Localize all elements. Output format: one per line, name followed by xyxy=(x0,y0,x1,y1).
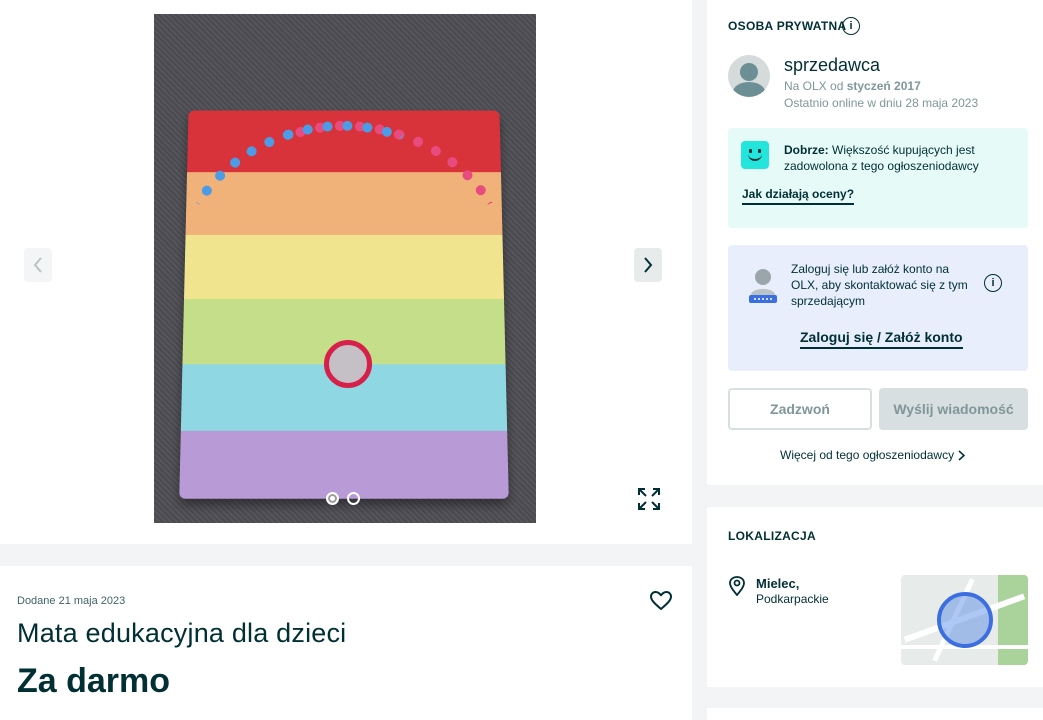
pagination-dot-1[interactable] xyxy=(326,492,339,505)
info-icon[interactable]: i xyxy=(842,17,860,35)
ad-title: Mata edukacyjna dla dzieci xyxy=(17,618,347,648)
favorite-button[interactable] xyxy=(648,588,674,614)
ad-details: Dodane 21 maja 2023 Mata edukacyjna dla … xyxy=(0,566,692,720)
next-photo-button[interactable] xyxy=(634,248,662,282)
login-text: Zaloguj się lub załóż konto na OLX, aby … xyxy=(791,262,968,308)
location-map[interactable] xyxy=(901,575,1028,665)
info-icon[interactable]: i xyxy=(984,274,1002,292)
send-message-button[interactable]: Wyślij wiadomość xyxy=(879,388,1028,430)
region-name: Podkarpackie xyxy=(756,592,829,606)
how-ratings-work-link[interactable]: Jak działają oceny? xyxy=(742,187,855,205)
location-label: LOKALIZACJA xyxy=(728,529,816,543)
posted-date: Dodane 21 maja 2023 xyxy=(17,595,126,607)
rating-text: Dobrze: Większość kupujących jest zadowo… xyxy=(784,142,1019,174)
more-from-seller-link[interactable]: Więcej od tego ogłoszeniodawcy xyxy=(780,448,966,462)
call-button[interactable]: Zadzwoń xyxy=(728,388,872,430)
member-since: Na OLX od styczeń 2017 xyxy=(784,79,921,93)
user-login-icon xyxy=(749,269,777,303)
chevron-right-icon xyxy=(958,449,966,461)
seller-name[interactable]: sprzedawca xyxy=(784,55,880,76)
listing-photo[interactable] xyxy=(154,14,536,523)
map-area-marker xyxy=(937,592,993,648)
location-pin-icon xyxy=(729,576,745,596)
more-from-seller-label: Więcej od tego ogłoszeniodawcy xyxy=(780,448,955,462)
expand-icon xyxy=(638,488,660,510)
heart-icon xyxy=(650,591,672,610)
photo-gallery xyxy=(0,0,692,544)
next-section-card xyxy=(707,708,1043,720)
member-since-value: styczeń 2017 xyxy=(846,79,921,93)
photo-pagination xyxy=(326,492,360,505)
login-prompt: Zaloguj się lub załóż konto na OLX, aby … xyxy=(728,245,1028,371)
city-name: Mielec, xyxy=(756,576,800,591)
rating-label: Dobrze: xyxy=(784,143,829,157)
last-online: Ostatnio online w dniu 28 maja 2023 xyxy=(784,96,979,110)
seller-rating: Dobrze: Większość kupujących jest zadowo… xyxy=(728,128,1028,228)
previous-photo-button[interactable] xyxy=(24,248,52,282)
pagination-dot-2[interactable] xyxy=(347,492,360,505)
avatar xyxy=(728,55,770,97)
chevron-right-icon xyxy=(644,257,653,273)
fullscreen-button[interactable] xyxy=(636,486,662,512)
photo-mirror xyxy=(324,340,372,388)
location-panel: LOKALIZACJA Mielec, Podkarpackie xyxy=(707,507,1043,687)
member-since-prefix: Na OLX od xyxy=(784,79,847,93)
seller-panel: OSOBA PRYWATNA i sprzedawca Na OLX od st… xyxy=(707,0,1043,485)
chevron-left-icon xyxy=(33,257,42,273)
smile-icon xyxy=(741,141,769,169)
login-register-link[interactable]: Zaloguj się / Załóż konto xyxy=(800,329,963,349)
seller-type-label: OSOBA PRYWATNA xyxy=(728,19,847,33)
ad-price: Za darmo xyxy=(17,662,171,700)
